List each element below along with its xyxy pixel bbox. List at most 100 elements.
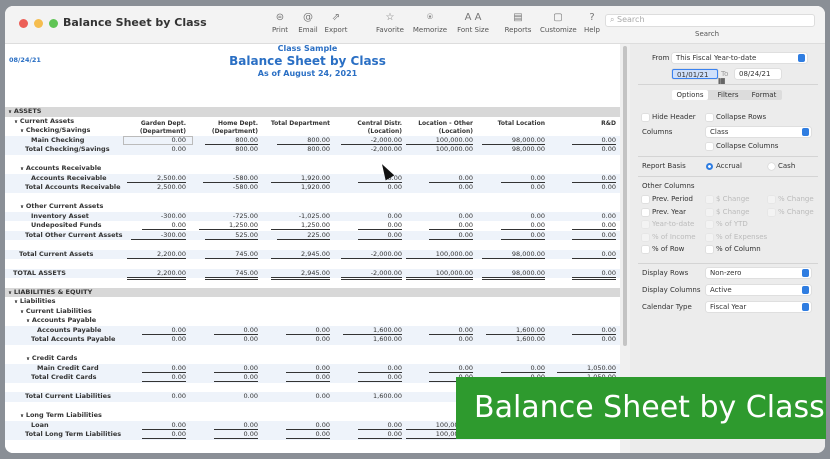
- table-row[interactable]: ∨ Accounts Receivable: [5, 164, 620, 174]
- amount-cell[interactable]: 2,200.00: [118, 249, 186, 260]
- amount-cell[interactable]: 0.00: [334, 221, 402, 231]
- amount-cell[interactable]: 0.00: [262, 430, 330, 440]
- amount-cell[interactable]: 2,200.00: [118, 268, 186, 280]
- amount-cell[interactable]: 1,050.00: [548, 363, 616, 374]
- amount-cell[interactable]: 0.00: [262, 373, 330, 383]
- collapse-columns-checkbox[interactable]: [706, 143, 713, 150]
- amount-cell[interactable]: 0.00: [548, 268, 616, 280]
- table-row[interactable]: Accounts Receivable 2,500.00 -580.00 1,920.…: [5, 173, 620, 184]
- cell-edit-box[interactable]: [123, 136, 193, 145]
- amount-cell[interactable]: 0.00: [405, 363, 473, 374]
- amount-cell[interactable]: 1,600.00: [477, 335, 545, 345]
- amount-cell[interactable]: 745.00: [190, 249, 258, 260]
- reports-button[interactable]: ▤ Reports: [500, 12, 536, 34]
- amount-cell[interactable]: 0.00: [262, 420, 330, 431]
- amount-cell[interactable]: 0.00: [548, 173, 616, 184]
- table-row[interactable]: ∨ Credit Cards: [5, 354, 620, 364]
- amount-cell[interactable]: 0.00: [477, 221, 545, 231]
- table-row[interactable]: Accounts Payable 0.00 0.00 0.00 1,600.00 0.00…: [5, 325, 620, 336]
- amount-cell[interactable]: 0.00: [548, 145, 616, 155]
- amount-cell[interactable]: 100,000.00: [405, 145, 473, 155]
- amount-cell[interactable]: 0.00: [405, 173, 473, 184]
- scroll-thumb[interactable]: [623, 46, 627, 346]
- amount-cell[interactable]: 0.00: [118, 221, 186, 231]
- amount-cell[interactable]: 0.00: [262, 325, 330, 336]
- table-row[interactable]: Undeposited Funds 0.00 1,250.00 1,250.00 0.0…: [5, 221, 620, 231]
- amount-cell[interactable]: 2,500.00: [118, 173, 186, 184]
- amount-cell[interactable]: 0.00: [118, 373, 186, 383]
- amount-cell[interactable]: 0.00: [334, 430, 402, 440]
- column-option-checkbox[interactable]: [642, 208, 649, 216]
- date-range-select[interactable]: This Fiscal Year-to-date: [672, 53, 807, 63]
- tab-filters[interactable]: Filters: [710, 90, 746, 100]
- amount-cell[interactable]: 0.00: [548, 135, 616, 146]
- amount-cell[interactable]: 100,000.00: [405, 249, 473, 260]
- amount-cell[interactable]: 800.00: [190, 145, 258, 155]
- table-row[interactable]: Total Current Assets 2,200.00 745.00 2,945.…: [5, 249, 620, 260]
- amount-cell[interactable]: 0.00: [118, 145, 186, 155]
- table-row[interactable]: Total Accounts Payable 0.00 0.00 0.00 1,600.…: [5, 335, 620, 345]
- font-size-button[interactable]: A A Font Size: [455, 12, 491, 34]
- display-rows-select[interactable]: Non-zero: [706, 268, 811, 278]
- column-option-checkbox[interactable]: [706, 246, 713, 253]
- column-option-checkbox[interactable]: [642, 246, 649, 253]
- amount-cell[interactable]: 0.00: [190, 325, 258, 336]
- amount-cell[interactable]: 0.00: [190, 363, 258, 374]
- amount-cell[interactable]: 0.00: [405, 230, 473, 241]
- amount-cell[interactable]: -2,000.00: [334, 145, 402, 155]
- amount-cell[interactable]: 1,600.00: [334, 325, 402, 336]
- amount-cell[interactable]: 2,945.00: [262, 268, 330, 280]
- amount-cell[interactable]: -300.00: [118, 212, 186, 222]
- table-row[interactable]: ∨ Checking/Savings: [5, 126, 620, 136]
- close-button[interactable]: [19, 19, 28, 28]
- table-row[interactable]: ∨ Current Assets: [5, 117, 620, 127]
- table-row[interactable]: Inventory Asset -300.00 -725.00 -1,025.00 0.…: [5, 211, 620, 222]
- amount-cell[interactable]: 0.00: [548, 183, 616, 193]
- favorite-button[interactable]: ☆ Favorite: [372, 12, 408, 34]
- amount-cell[interactable]: -2,000.00: [334, 268, 402, 280]
- table-row[interactable]: ∨ Accounts Payable: [5, 316, 620, 326]
- zoom-button[interactable]: [49, 19, 58, 28]
- amount-cell[interactable]: 0.00: [405, 221, 473, 231]
- hide-header-checkbox[interactable]: [642, 114, 649, 121]
- amount-cell[interactable]: 1,600.00: [334, 392, 402, 402]
- amount-cell[interactable]: 225.00: [262, 230, 330, 241]
- amount-cell[interactable]: 0.00: [262, 392, 330, 402]
- amount-cell[interactable]: 0.00: [548, 325, 616, 336]
- memorize-button[interactable]: ⍟ Memorize: [412, 12, 448, 34]
- amount-cell[interactable]: 0.00: [477, 173, 545, 184]
- amount-cell[interactable]: 1,920.00: [262, 183, 330, 193]
- amount-cell[interactable]: 0.00: [548, 335, 616, 345]
- amount-cell[interactable]: -2,000.00: [334, 249, 402, 260]
- table-row[interactable]: ∨ Liabilities: [5, 297, 620, 307]
- amount-cell[interactable]: 2,945.00: [262, 249, 330, 260]
- amount-cell[interactable]: 98,000.00: [477, 268, 545, 280]
- table-row[interactable]: ∨ Other Current Assets: [5, 202, 620, 212]
- start-date-field[interactable]: 01/01/21: [672, 69, 718, 79]
- amount-cell[interactable]: 0.00: [118, 363, 186, 374]
- table-row[interactable]: Total Accounts Receivable 2,500.00 -580.00…: [5, 183, 620, 193]
- amount-cell[interactable]: 0.00: [190, 392, 258, 402]
- amount-cell[interactable]: 98,000.00: [477, 145, 545, 155]
- amount-cell[interactable]: 800.00: [262, 145, 330, 155]
- amount-cell[interactable]: 0.00: [118, 430, 186, 440]
- amount-cell[interactable]: 0.00: [405, 335, 473, 345]
- amount-cell[interactable]: -580.00: [190, 183, 258, 193]
- amount-cell[interactable]: 0.00: [190, 430, 258, 440]
- tab-options[interactable]: Options: [672, 90, 708, 100]
- display-columns-select[interactable]: Active: [706, 285, 811, 295]
- amount-cell[interactable]: 0.00: [548, 249, 616, 260]
- customize-button[interactable]: ▢ Customize: [540, 12, 577, 34]
- amount-cell[interactable]: 800.00: [190, 135, 258, 146]
- amount-cell[interactable]: 745.00: [190, 268, 258, 280]
- collapse-rows-checkbox[interactable]: [706, 114, 713, 121]
- amount-cell[interactable]: 0.00: [334, 230, 402, 241]
- amount-cell[interactable]: 0.00: [405, 325, 473, 336]
- amount-cell[interactable]: 100,000.00: [405, 135, 473, 146]
- column-option-checkbox[interactable]: [642, 196, 649, 203]
- export-button[interactable]: ⇗ Export: [318, 12, 354, 34]
- amount-cell[interactable]: 0.00: [334, 373, 402, 383]
- cash-radio[interactable]: [768, 163, 775, 170]
- tab-format[interactable]: Format: [746, 90, 782, 100]
- amount-cell[interactable]: 0.00: [477, 183, 545, 193]
